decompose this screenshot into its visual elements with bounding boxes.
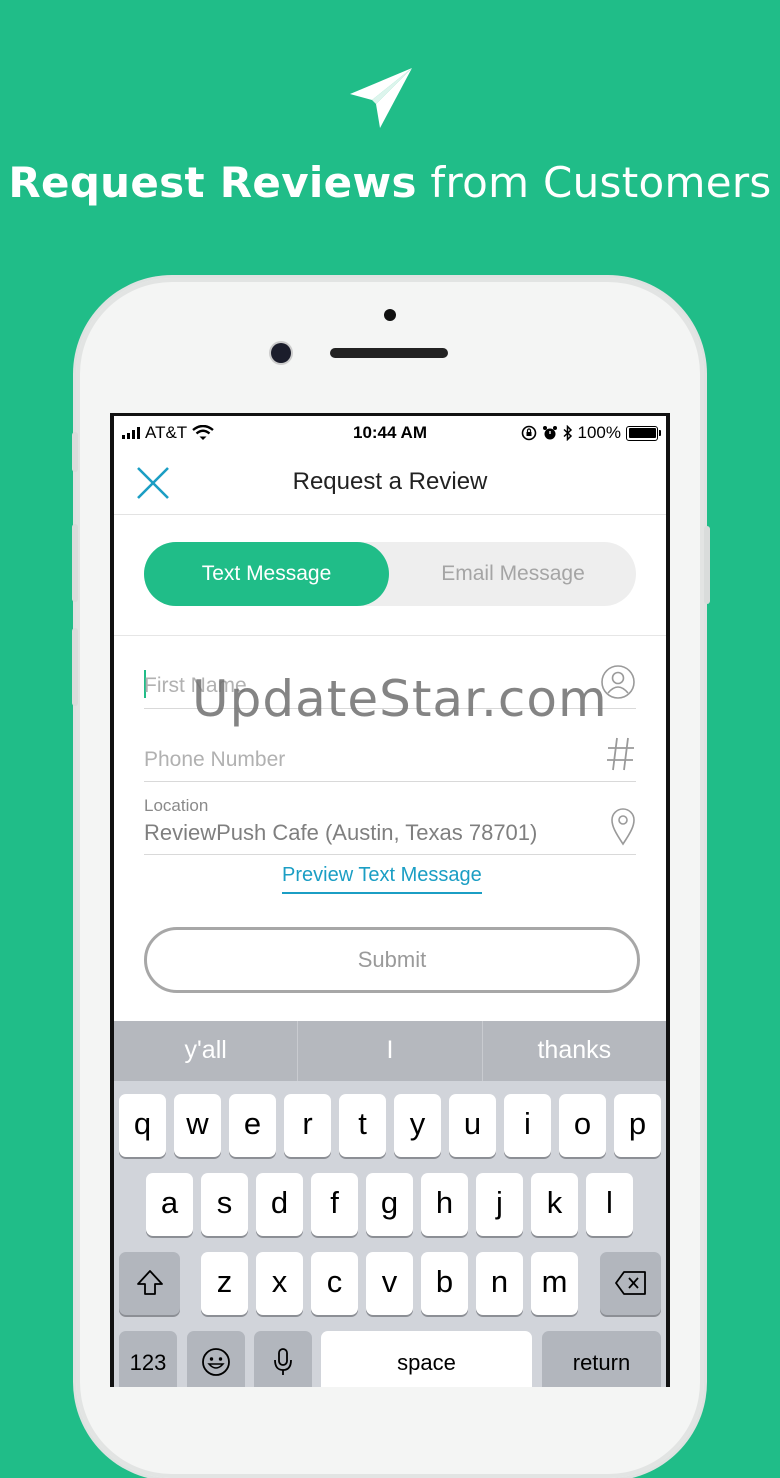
key-v[interactable]: v bbox=[366, 1252, 413, 1315]
key-g[interactable]: g bbox=[366, 1173, 413, 1236]
phone-number-placeholder: Phone Number bbox=[144, 748, 286, 771]
preview-text-message-link[interactable]: Preview Text Message bbox=[282, 864, 482, 894]
app-screen: AT&T 10:44 AM 100% Request a Review Text… bbox=[114, 416, 666, 1387]
microphone-icon bbox=[274, 1348, 292, 1375]
phone-earpiece bbox=[330, 348, 448, 358]
location-field[interactable]: Location ReviewPush Cafe (Austin, Texas … bbox=[144, 796, 636, 855]
key-t[interactable]: t bbox=[339, 1094, 386, 1157]
phone-sensor bbox=[384, 309, 396, 321]
key-c[interactable]: c bbox=[311, 1252, 358, 1315]
phone-volume-down bbox=[72, 628, 78, 706]
location-pin-icon bbox=[611, 808, 635, 846]
prediction-item[interactable]: y'all bbox=[114, 1021, 299, 1081]
backspace-key[interactable] bbox=[600, 1252, 661, 1315]
space-key[interactable]: space bbox=[321, 1331, 532, 1387]
page-title: Request a Review bbox=[292, 468, 488, 495]
phone-volume-up bbox=[72, 524, 78, 602]
shift-key[interactable] bbox=[119, 1252, 180, 1315]
battery-percent: 100% bbox=[577, 423, 621, 442]
prediction-item[interactable]: thanks bbox=[483, 1021, 666, 1081]
alarm-icon bbox=[542, 426, 557, 440]
watermark: UpdateStar.com bbox=[192, 670, 608, 728]
key-y[interactable]: y bbox=[394, 1094, 441, 1157]
key-o[interactable]: o bbox=[559, 1094, 606, 1157]
prediction-item[interactable]: I bbox=[298, 1021, 483, 1081]
shift-icon bbox=[136, 1270, 163, 1295]
return-key[interactable]: return bbox=[542, 1331, 661, 1387]
key-j[interactable]: j bbox=[476, 1173, 523, 1236]
location-value: ReviewPush Cafe (Austin, Texas 78701) bbox=[144, 820, 538, 845]
key-n[interactable]: n bbox=[476, 1252, 523, 1315]
key-b[interactable]: b bbox=[421, 1252, 468, 1315]
key-r[interactable]: r bbox=[284, 1094, 331, 1157]
rotation-lock-icon bbox=[521, 425, 536, 441]
key-k[interactable]: k bbox=[531, 1173, 578, 1236]
key-p[interactable]: p bbox=[614, 1094, 661, 1157]
tab-text-message[interactable]: Text Message bbox=[144, 542, 389, 606]
key-x[interactable]: x bbox=[256, 1252, 303, 1315]
dictation-key[interactable] bbox=[254, 1331, 312, 1387]
hash-icon bbox=[607, 737, 634, 771]
backspace-icon bbox=[614, 1271, 646, 1295]
key-l[interactable]: l bbox=[586, 1173, 633, 1236]
battery-icon bbox=[626, 425, 661, 441]
front-camera bbox=[271, 343, 291, 363]
message-type-segment: Text Message Email Message bbox=[144, 542, 636, 606]
key-a[interactable]: a bbox=[146, 1173, 193, 1236]
emoji-key[interactable] bbox=[187, 1331, 245, 1387]
key-z[interactable]: z bbox=[201, 1252, 248, 1315]
key-w[interactable]: w bbox=[174, 1094, 221, 1157]
phone-side-button bbox=[72, 432, 78, 472]
key-f[interactable]: f bbox=[311, 1173, 358, 1236]
key-e[interactable]: e bbox=[229, 1094, 276, 1157]
predictive-bar: y'all I thanks bbox=[114, 1021, 666, 1081]
promo-title-bold: Request Reviews bbox=[8, 158, 417, 207]
divider bbox=[114, 635, 666, 636]
paper-plane-icon bbox=[350, 68, 412, 128]
phone-number-field[interactable]: Phone Number bbox=[144, 728, 636, 782]
tab-email-message[interactable]: Email Message bbox=[390, 542, 636, 606]
key-i[interactable]: i bbox=[504, 1094, 551, 1157]
promo-title: Request Reviews from Customers bbox=[0, 158, 780, 207]
bluetooth-icon bbox=[563, 425, 572, 441]
key-d[interactable]: d bbox=[256, 1173, 303, 1236]
key-s[interactable]: s bbox=[201, 1173, 248, 1236]
key-u[interactable]: u bbox=[449, 1094, 496, 1157]
key-m[interactable]: m bbox=[531, 1252, 578, 1315]
status-bar: AT&T 10:44 AM 100% bbox=[114, 416, 666, 448]
key-h[interactable]: h bbox=[421, 1173, 468, 1236]
keyboard: y'all I thanks q w e r t y u i o p a s d… bbox=[114, 1021, 666, 1387]
phone-screen: AT&T 10:44 AM 100% Request a Review Text… bbox=[110, 413, 670, 1387]
numbers-key[interactable]: 123 bbox=[119, 1331, 177, 1387]
phone-power-button bbox=[704, 526, 710, 604]
nav-bar: Request a Review bbox=[114, 448, 666, 515]
location-label: Location bbox=[144, 796, 209, 815]
promo-title-light: from Customers bbox=[416, 158, 772, 207]
submit-button[interactable]: Submit bbox=[144, 927, 640, 993]
key-q[interactable]: q bbox=[119, 1094, 166, 1157]
emoji-icon bbox=[202, 1348, 230, 1376]
